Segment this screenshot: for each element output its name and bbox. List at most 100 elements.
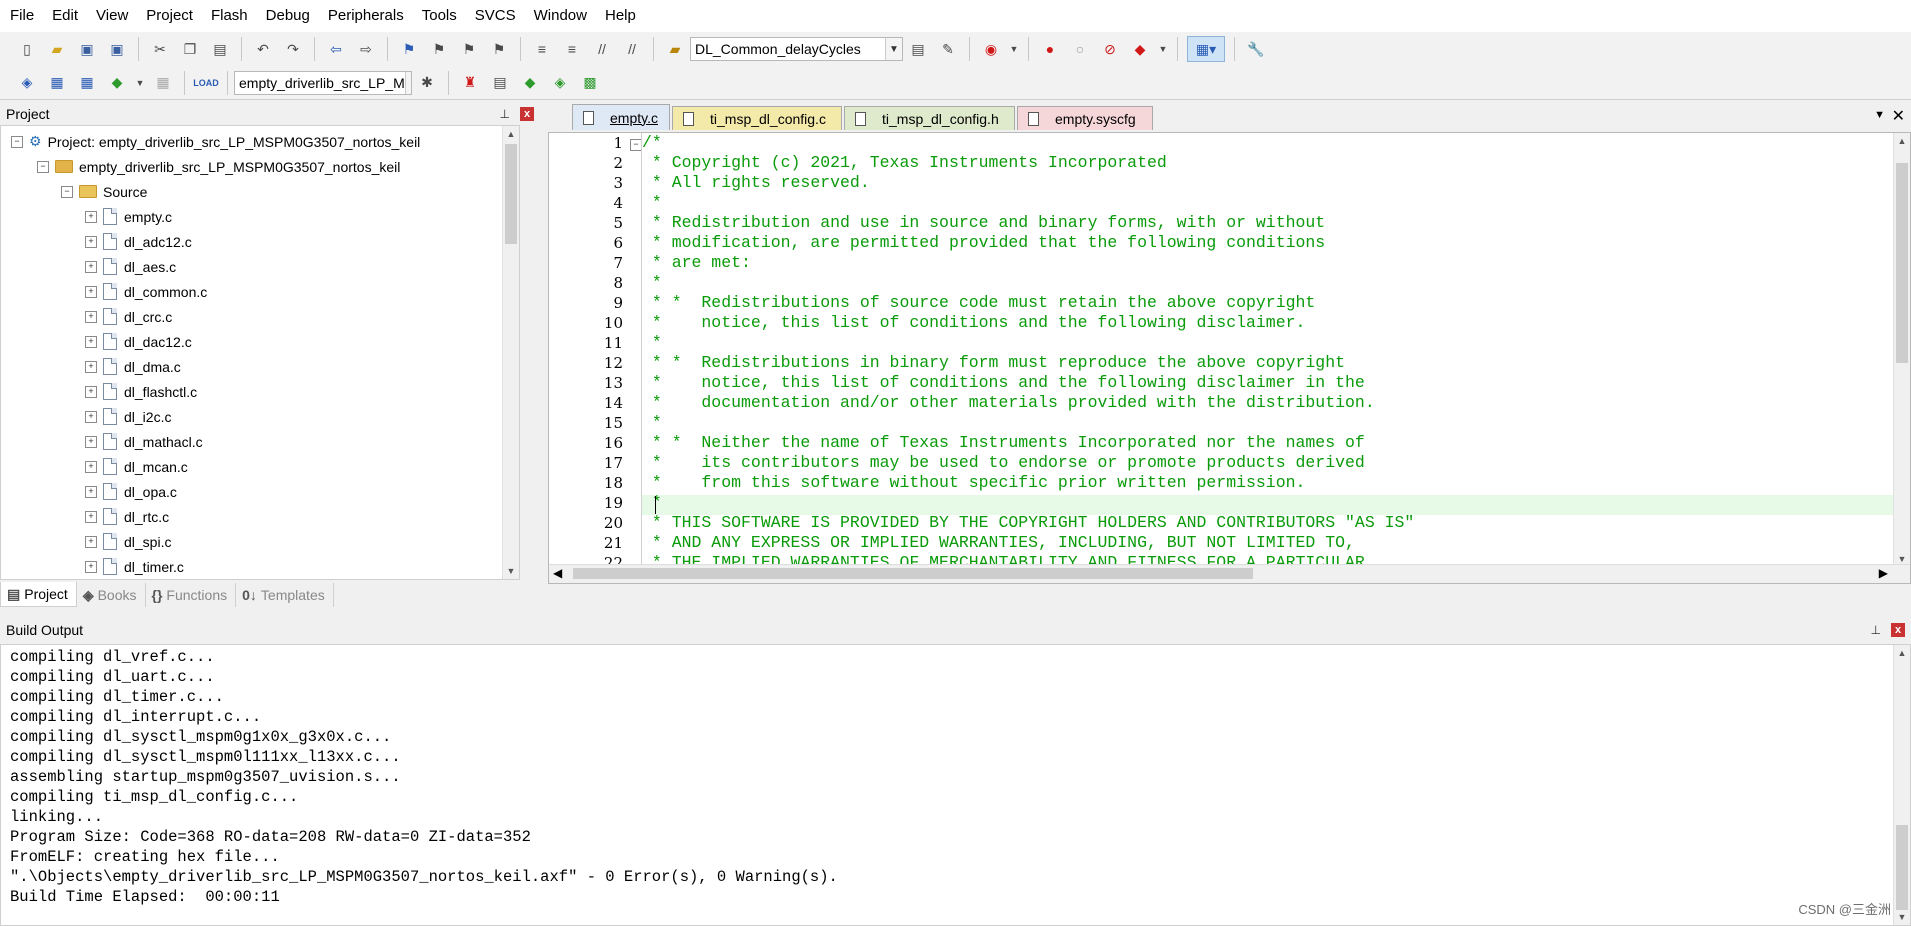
menu-file[interactable]: File <box>0 0 42 32</box>
translate-icon[interactable]: ◈ <box>15 71 39 95</box>
menu-debug[interactable]: Debug <box>256 0 318 32</box>
paste-icon[interactable]: ▤ <box>208 37 232 61</box>
expand-icon[interactable]: + <box>85 360 97 373</box>
navigate-forward-icon[interactable]: ⇨ <box>354 37 378 61</box>
expand-icon[interactable]: + <box>85 235 97 248</box>
expand-icon[interactable]: + <box>85 435 97 448</box>
software-packs-icon[interactable]: ▩ <box>578 71 602 95</box>
expand-icon[interactable]: + <box>85 210 97 223</box>
scroll-up-icon[interactable]: ▲ <box>503 126 519 142</box>
collapse-icon[interactable]: − <box>61 185 73 198</box>
options-for-target-icon[interactable]: ✱ <box>415 71 439 95</box>
pack-installer-icon[interactable]: ◈ <box>548 71 572 95</box>
open-file-icon[interactable]: ▰ <box>45 37 69 61</box>
find-in-files-icon[interactable]: ▰ <box>663 37 687 61</box>
tree-target[interactable]: − empty_driverlib_src_LP_MSPM0G3507_nort… <box>37 154 400 179</box>
configuration-icon[interactable]: 🔧 <box>1244 37 1268 61</box>
pin-icon[interactable]: ⊥ <box>500 107 510 121</box>
rebuild-icon[interactable]: ▦ <box>75 71 99 95</box>
code-area[interactable]: /* * Copyright (c) 2021, Texas Instrumen… <box>641 133 1893 583</box>
tree-file-item[interactable]: + dl_i2c.c <box>85 404 171 429</box>
breakpoint-dropdown-icon[interactable]: ▼ <box>1158 37 1168 61</box>
tree-file-item[interactable]: + dl_spi.c <box>85 529 171 554</box>
manage-project-items-icon[interactable]: ♜ <box>458 71 482 95</box>
editor-tab[interactable]: empty.syscfg <box>1017 106 1153 130</box>
collapse-icon[interactable]: − <box>11 135 23 148</box>
prev-bookmark-icon[interactable]: ⚑ <box>427 37 451 61</box>
close-icon[interactable]: x <box>1891 623 1905 637</box>
stop-build-icon[interactable]: ▦ <box>151 71 175 95</box>
select-packs-icon[interactable]: ▤ <box>488 71 512 95</box>
tree-file-item[interactable]: + dl_dac12.c <box>85 329 192 354</box>
cut-icon[interactable]: ✂ <box>148 37 172 61</box>
new-file-icon[interactable]: ▯ <box>15 37 39 61</box>
debug-dropdown-icon[interactable]: ▼ <box>1009 37 1019 61</box>
scroll-up-icon[interactable]: ▲ <box>1894 645 1910 661</box>
pin-icon[interactable]: ⊥ <box>1871 623 1881 637</box>
debug-session-icon[interactable]: ◉ <box>979 37 1003 61</box>
expand-icon[interactable]: + <box>85 535 97 548</box>
expand-icon[interactable]: + <box>85 560 97 573</box>
save-all-icon[interactable]: ▣ <box>105 37 129 61</box>
menu-svcs[interactable]: SVCS <box>465 0 524 32</box>
tree-group-source[interactable]: − Source <box>61 179 147 204</box>
window-layout-icon[interactable]: ▦▾ <box>1187 36 1225 62</box>
scroll-up-icon[interactable]: ▲ <box>1894 133 1910 149</box>
find-icon[interactable]: ▤ <box>906 37 930 61</box>
comment-icon[interactable]: // <box>590 37 614 61</box>
tab-functions[interactable]: {} Functions <box>146 583 237 607</box>
indent-icon[interactable]: ≡ <box>530 37 554 61</box>
scroll-thumb[interactable] <box>1896 163 1908 363</box>
tree-file-item[interactable]: + dl_timer.c <box>85 554 184 579</box>
code-editor[interactable]: 1 2 3 4 5 6 7 8 9 10 11 12 13 14 15 16 17 18 19 20 21 22 − /*… <box>548 132 1911 584</box>
scroll-right-icon[interactable]: ▶ <box>1879 566 1888 580</box>
copy-icon[interactable]: ❐ <box>178 37 202 61</box>
collapse-icon[interactable]: − <box>37 160 49 173</box>
scroll-down-icon[interactable]: ▼ <box>1894 909 1910 925</box>
tree-file-item[interactable]: + dl_opa.c <box>85 479 177 504</box>
tree-scrollbar[interactable]: ▲ ▼ <box>502 126 519 579</box>
redo-icon[interactable]: ↷ <box>281 37 305 61</box>
close-icon[interactable]: x <box>520 107 534 121</box>
editor-tab[interactable]: empty.c <box>572 104 670 130</box>
incremental-find-icon[interactable]: ✎ <box>936 37 960 61</box>
bookmark-icon[interactable]: ⚑ <box>397 37 421 61</box>
tree-file-item[interactable]: + empty.c <box>85 204 172 229</box>
expand-icon[interactable]: + <box>85 460 97 473</box>
tab-books[interactable]: ◈ Books <box>77 583 146 607</box>
editor-vscrollbar[interactable]: ▲ ▼ <box>1893 133 1910 567</box>
uncomment-icon[interactable]: // <box>620 37 644 61</box>
hscroll-thumb[interactable] <box>573 568 1253 579</box>
build-icon[interactable]: ▦ <box>45 71 69 95</box>
expand-icon[interactable]: + <box>85 385 97 398</box>
scroll-thumb[interactable] <box>1896 825 1908 910</box>
tree-file-item[interactable]: + dl_rtc.c <box>85 504 169 529</box>
menu-edit[interactable]: Edit <box>42 0 86 32</box>
menu-window[interactable]: Window <box>524 0 595 32</box>
tab-templates[interactable]: 0↓ Templates <box>236 583 334 607</box>
download-icon[interactable]: LOAD <box>193 71 219 95</box>
menu-help[interactable]: Help <box>595 0 644 32</box>
tree-file-item[interactable]: + dl_mathacl.c <box>85 429 203 454</box>
undo-icon[interactable]: ↶ <box>251 37 275 61</box>
expand-icon[interactable]: + <box>85 335 97 348</box>
scroll-left-icon[interactable]: ◀ <box>553 566 562 580</box>
chevron-down-icon[interactable]: ▼ <box>885 38 902 60</box>
tab-project[interactable]: ▤ Project <box>0 582 77 607</box>
close-tab-icon[interactable]: ✕ <box>1892 106 1905 126</box>
kill-all-breakpoints-icon[interactable]: ◆ <box>1128 37 1152 61</box>
menu-peripherals[interactable]: Peripherals <box>318 0 412 32</box>
build-output-pane[interactable]: compiling dl_vref.c... compiling dl_uart.… <box>0 644 1911 926</box>
expand-icon[interactable]: + <box>85 260 97 273</box>
tree-file-item[interactable]: + dl_adc12.c <box>85 229 192 254</box>
tree-file-item[interactable]: + dl_crc.c <box>85 304 172 329</box>
menu-tools[interactable]: Tools <box>412 0 465 32</box>
menu-view[interactable]: View <box>86 0 136 32</box>
chevron-down-icon[interactable]: ▼ <box>404 71 411 94</box>
editor-tab[interactable]: ti_msp_dl_config.h <box>844 106 1015 130</box>
editor-hscrollbar[interactable]: ◀ ▶ <box>549 564 1910 583</box>
batch-build-icon[interactable]: ◆ <box>105 71 129 95</box>
clear-bookmarks-icon[interactable]: ⚑ <box>487 37 511 61</box>
insert-breakpoint-icon[interactable]: ● <box>1038 37 1062 61</box>
expand-icon[interactable]: + <box>85 485 97 498</box>
